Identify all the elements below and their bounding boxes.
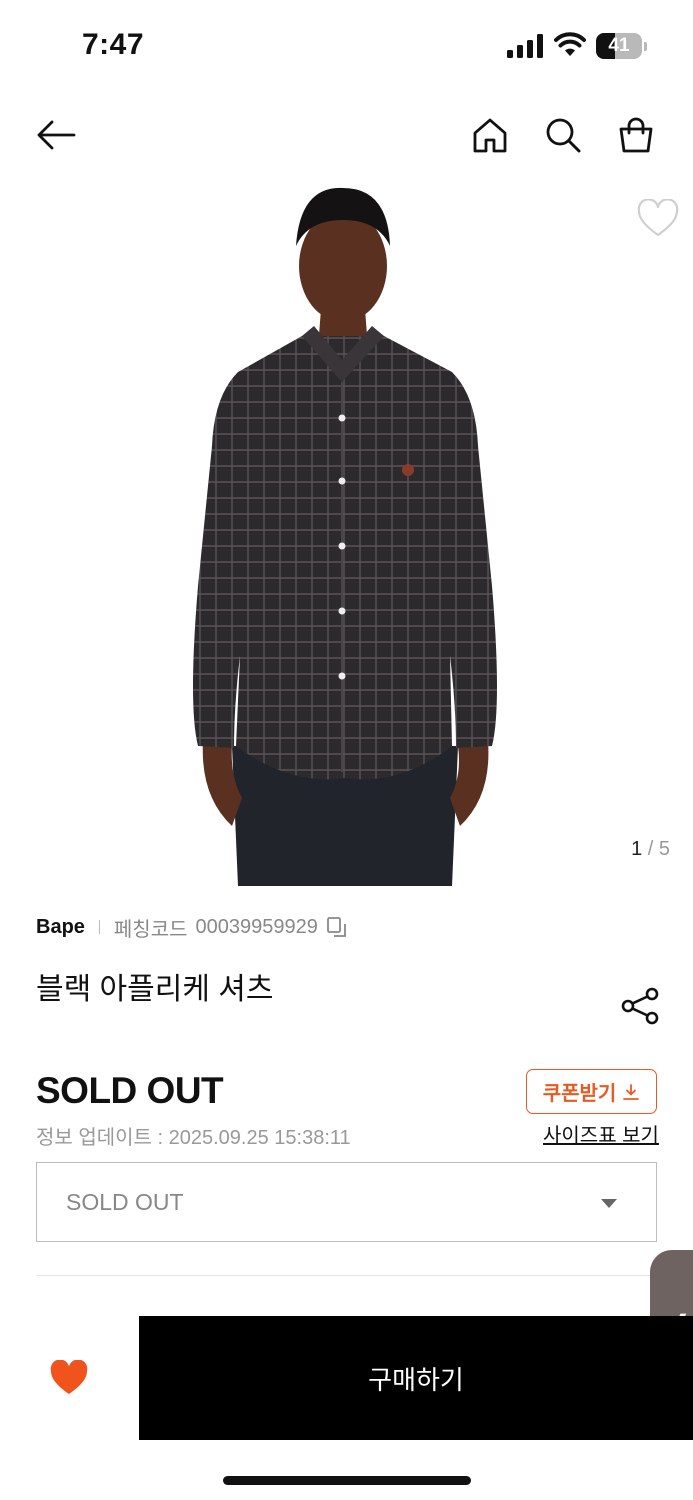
buy-button[interactable]: 구매하기 [139,1316,693,1440]
home-indicator [223,1476,471,1485]
brand-row: Bape 페칭코드 00039959929 [36,914,348,941]
divider [98,920,100,934]
size-chart-link[interactable]: 사이즈표 보기 [543,1119,659,1148]
battery-percentage: 41 [608,35,630,56]
status-bar: 7:47 41 [0,0,693,92]
image-counter-total: 5 [658,838,670,860]
image-counter-current: 1 [631,838,643,860]
price-status: SOLD OUT [36,1070,224,1111]
home-icon[interactable] [468,113,512,157]
coupon-button-label: 쿠폰받기 [542,1083,617,1105]
wifi-icon [554,32,586,56]
copy-icon[interactable] [326,916,348,938]
heart-outline-icon[interactable] [636,199,680,239]
status-time: 7:47 [82,28,145,61]
product-image[interactable] [0,186,693,886]
section-divider [36,1275,657,1276]
top-nav [0,100,693,170]
bottom-action-bar: 구매하기 [0,1316,693,1440]
share-icon[interactable] [618,984,662,1028]
battery-indicator: 41 [596,33,648,59]
info-update-timestamp: 정보 업데이트 : 2025.09.25 15:38:11 [36,1127,351,1149]
coupon-button[interactable]: 쿠폰받기 [526,1069,657,1114]
arrow-left-icon[interactable] [34,113,78,157]
search-icon[interactable] [541,113,585,157]
image-counter-separator: / [642,838,659,860]
image-counter: 1 / 5 [600,838,670,861]
option-select-value: SOLD OUT [66,1189,184,1215]
fetching-code-label: 페칭코드 [113,918,188,941]
shopping-bag-icon[interactable] [614,113,658,157]
download-icon [623,1083,640,1100]
cellular-signal-icon [507,34,543,58]
brand-name[interactable]: Bape [36,916,85,939]
option-select[interactable]: SOLD OUT [36,1162,657,1242]
product-title: 블랙 아플리케 셔츠 [36,973,274,1006]
heart-filled-icon[interactable] [50,1360,88,1396]
fetching-code-value: 00039959929 [195,915,318,938]
caret-down-icon [601,1199,617,1208]
